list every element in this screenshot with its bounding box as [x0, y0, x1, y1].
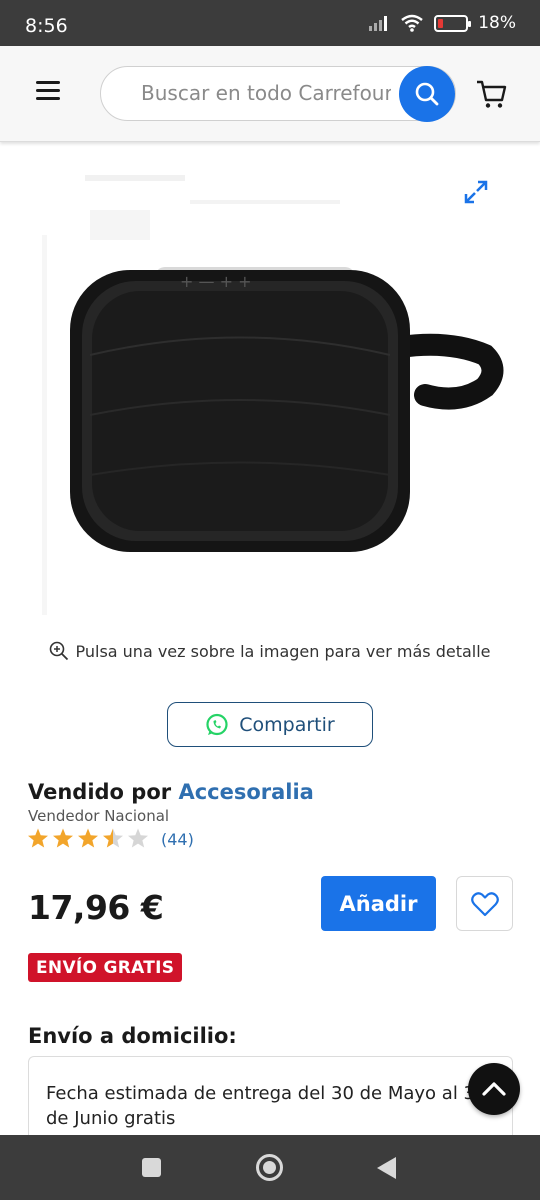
wishlist-button[interactable] — [456, 876, 513, 931]
back-icon[interactable] — [377, 1157, 396, 1179]
header — [0, 46, 540, 142]
whatsapp-icon — [206, 713, 228, 735]
status-time: 8:56 — [25, 15, 68, 37]
signal-icon — [369, 16, 388, 31]
price: 17,96 € — [28, 888, 164, 927]
status-icons: 18% — [368, 13, 516, 33]
sold-by-prefix: Vendido por — [28, 780, 172, 804]
navigation-bar — [0, 1135, 540, 1200]
seller-type: Vendedor Nacional — [28, 807, 170, 825]
battery-percent: 18% — [478, 13, 516, 33]
delivery-title: Envío a domicilio: — [28, 1024, 237, 1048]
free-shipping-badge: ENVÍO GRATIS — [28, 953, 183, 982]
star-icon — [28, 828, 48, 848]
search-button[interactable] — [399, 66, 455, 122]
search-input[interactable] — [141, 81, 391, 105]
sold-by: Vendido por Accesoralia — [28, 780, 314, 804]
star-icon — [103, 828, 123, 848]
scroll-to-top-button[interactable] — [468, 1063, 520, 1115]
zoom-hint: Pulsa una vez sobre la imagen para ver m… — [0, 641, 540, 661]
battery-icon — [434, 14, 472, 32]
rating-count[interactable]: (44) — [161, 830, 194, 849]
share-button[interactable]: Compartir — [167, 702, 373, 747]
heart-icon — [470, 891, 499, 916]
share-label: Compartir — [239, 713, 335, 736]
star-icon — [78, 828, 98, 848]
rating[interactable]: (44) — [27, 827, 194, 851]
delivery-card: Fecha estimada de entrega del 30 de Mayo… — [28, 1056, 513, 1146]
star-icon — [128, 828, 148, 848]
star-icon — [53, 828, 73, 848]
delivery-estimate: Fecha estimada de entrega del 30 de Mayo… — [46, 1083, 475, 1129]
recents-icon[interactable] — [142, 1158, 161, 1177]
zoom-in-icon — [50, 641, 69, 661]
zoom-hint-text: Pulsa una vez sobre la imagen para ver m… — [75, 642, 491, 661]
search-icon — [415, 82, 439, 106]
svg-text:+ — + +: + — + + — [180, 272, 251, 291]
expand-icon[interactable] — [462, 178, 490, 206]
seller-link[interactable]: Accesoralia — [178, 780, 313, 804]
cart-icon[interactable] — [474, 76, 510, 112]
chevron-up-icon — [482, 1082, 506, 1096]
rating-stars — [28, 828, 148, 848]
product-image[interactable]: + — + + — [30, 155, 510, 625]
home-icon[interactable] — [256, 1154, 283, 1181]
add-to-cart-button[interactable]: Añadir — [321, 876, 436, 931]
status-bar: 8:56 18% — [0, 0, 540, 46]
menu-icon[interactable] — [36, 81, 62, 103]
wifi-icon — [401, 14, 423, 32]
